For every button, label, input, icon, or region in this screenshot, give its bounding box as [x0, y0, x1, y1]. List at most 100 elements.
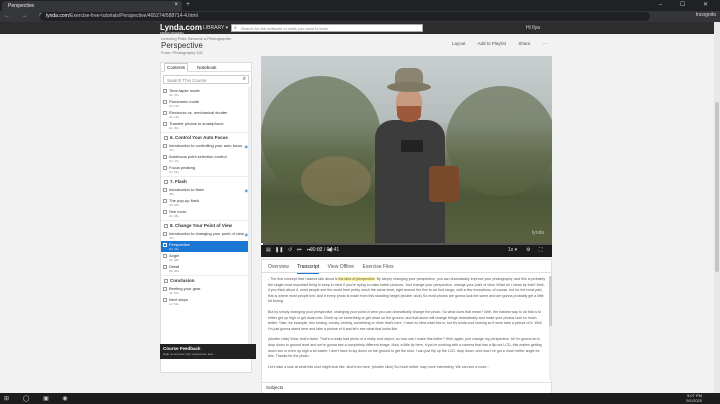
- more-button[interactable]: ⋯: [543, 41, 548, 46]
- browser-tab[interactable]: Perspective ×: [2, 1, 182, 11]
- subjects-title: Subjects: [266, 385, 284, 390]
- system-clock[interactable]: 5:07 PM 5/1/2020: [686, 393, 702, 403]
- course-feedback-banner[interactable]: Course Feedback Help us improve your exp…: [160, 344, 256, 359]
- toc-item[interactable]: Autofocus point selection control 3m 47s: [161, 153, 251, 164]
- tab-view-offline[interactable]: View Offline: [328, 264, 355, 270]
- video-checkbox[interactable]: [163, 188, 167, 192]
- toc-item-duration: 4m 28s: [169, 214, 179, 218]
- video-checkbox[interactable]: [163, 287, 167, 291]
- toc-item[interactable]: Focus peaking 3m 23s: [161, 164, 251, 175]
- chapter-heading[interactable]: 8. Change Your Point of View: [161, 220, 251, 230]
- layout-button[interactable]: Layout: [452, 41, 466, 46]
- course-search-input[interactable]: Search This Course ⌕: [163, 75, 249, 84]
- site-search-input[interactable]: ⌕ Search for the software or skills you …: [231, 24, 423, 32]
- toc-item[interactable]: Angle 2m 48s: [161, 252, 251, 263]
- toc-item-duration: 3m 13s: [169, 104, 179, 108]
- taskbar-icons[interactable]: ⊞ ◯ ▣ ◉: [4, 395, 74, 402]
- chapter-title: 8. Change Your Point of View: [170, 223, 233, 228]
- video-checkbox[interactable]: [163, 254, 167, 258]
- library-menu[interactable]: LIBRARY ▾: [203, 25, 228, 31]
- video-player[interactable]: lynda ▤ ❚❚ ↺ ⏮ ⏭ ▭ ◀) 00:02 / 04:41 1x ▾…: [261, 56, 552, 257]
- fullscreen-icon[interactable]: ⛶: [539, 247, 543, 253]
- video-checkbox[interactable]: [163, 166, 167, 170]
- lynda-page: Lynda.com FROM LINKEDIN LIBRARY ▾ ⌕ Sear…: [0, 22, 720, 393]
- window-controls[interactable]: – ☐ ✕: [659, 1, 716, 8]
- new-tab-icon[interactable]: +: [186, 1, 190, 8]
- toc-item[interactable]: Introduction to controlling your auto fo…: [161, 142, 251, 153]
- toc-item-active[interactable]: Perspective 6m 41s: [161, 241, 251, 252]
- lynda-logo[interactable]: Lynda.com FROM LINKEDIN: [160, 23, 202, 35]
- tab-transcript[interactable]: Transcript: [297, 264, 320, 274]
- user-greeting[interactable]: Hi Ilya: [526, 25, 540, 31]
- toc-item-duration: 3m 30s: [169, 126, 179, 130]
- share-button[interactable]: Share: [518, 41, 530, 46]
- transcript-highlight[interactable]: the idea of perspective: [338, 277, 375, 281]
- replay-icon[interactable]: ↺: [288, 247, 292, 253]
- toc-item[interactable]: Panoramic mode 3m 13s: [161, 98, 251, 109]
- toc-item[interactable]: Beefing your gear 4m 59s: [161, 285, 251, 296]
- chapter-heading[interactable]: 7. Flash: [161, 176, 251, 186]
- chapter-checkbox[interactable]: [164, 135, 168, 140]
- speed-select[interactable]: 1x ▾: [508, 247, 517, 253]
- tab-exercise-files[interactable]: Exercise Files: [362, 264, 393, 270]
- toc-item[interactable]: The pop-up flash 4m 28s: [161, 197, 251, 208]
- video-checkbox[interactable]: [163, 100, 167, 104]
- chapter-title: 7. Flash: [170, 179, 187, 184]
- gear-icon[interactable]: ⚙: [526, 247, 530, 253]
- transcript-text[interactable]: - The first concept that I wanna talk ab…: [268, 277, 546, 377]
- video-checkbox[interactable]: [163, 111, 167, 115]
- video-checkbox[interactable]: [163, 155, 167, 159]
- tab-contents[interactable]: Contents: [164, 63, 189, 72]
- toc-item[interactable]: Introduction to flash 45s ◉: [161, 186, 251, 197]
- toc-item[interactable]: Time-lapse mode 4m 47s: [161, 87, 251, 98]
- tab-overview[interactable]: Overview: [268, 264, 289, 270]
- toc-item[interactable]: Transfer photos to smartphone 3m 30s: [161, 120, 251, 131]
- video-checkbox[interactable]: [163, 199, 167, 203]
- chapter-checkbox[interactable]: [164, 278, 168, 283]
- address-bar[interactable]: lynda.com/Exercise-free-tutorials/Perspe…: [40, 12, 650, 21]
- toc-item[interactable]: Detail 3m 40s: [161, 263, 251, 274]
- search-icon: ⌕: [242, 76, 246, 82]
- toc-item-duration: 47s: [169, 236, 174, 240]
- subjects-section: Subjects: [261, 382, 552, 393]
- toc-item[interactable]: See more 4m 28s: [161, 208, 251, 219]
- toc-item-duration: 4m 47s: [169, 93, 179, 97]
- video-checkbox[interactable]: [163, 122, 167, 126]
- chapter-heading[interactable]: Conclusion: [161, 275, 251, 285]
- toc-item-duration: 3m 40s: [169, 269, 179, 273]
- os-taskbar: ⊞ ◯ ▣ ◉ 5:07 PM 5/1/2020: [0, 393, 720, 404]
- prev-icon[interactable]: ⏮: [297, 247, 302, 253]
- video-checkbox[interactable]: [163, 265, 167, 269]
- video-checkbox[interactable]: [163, 232, 167, 236]
- transcript-scrollbar[interactable]: [549, 276, 552, 380]
- playlist-icon[interactable]: ▤: [266, 247, 271, 253]
- toc-item[interactable]: Next steps 1m 51s: [161, 296, 251, 307]
- chapter-checkbox[interactable]: [164, 179, 168, 184]
- video-checkbox[interactable]: [163, 144, 167, 148]
- video-checkbox[interactable]: [163, 210, 167, 214]
- video-checkbox[interactable]: [163, 89, 167, 93]
- page-scrollbar[interactable]: [714, 22, 720, 393]
- toc-scrollbar[interactable]: [248, 87, 251, 357]
- browser-tab-bar: Perspective × + – ☐ ✕: [0, 0, 720, 11]
- incognito-profile[interactable]: Incognito: [696, 12, 716, 18]
- video-checkbox[interactable]: [163, 298, 167, 302]
- course-subtitle[interactable]: From: Photography 101: [161, 50, 203, 55]
- feedback-subtitle: Help us improve your experience and ...: [163, 352, 217, 356]
- toc-item[interactable]: Introduction to changing your point of v…: [161, 230, 251, 241]
- transcript-para-3: (shutter click) Wow, that's awful. That'…: [268, 337, 542, 359]
- toc-item[interactable]: Electronic vs. mechanical shutter 3m 13s: [161, 109, 251, 120]
- add-to-playlist-button[interactable]: Add to Playlist: [478, 41, 507, 46]
- url-host: lynda.com: [46, 13, 69, 19]
- table-of-contents: Time-lapse mode 4m 47s Panoramic mode 3m 13…: [161, 87, 251, 357]
- toc-item-duration: 3m 13s: [169, 115, 179, 119]
- video-checkbox[interactable]: [163, 243, 167, 247]
- chapter-checkbox[interactable]: [164, 223, 168, 228]
- close-tab-icon[interactable]: ×: [174, 2, 178, 8]
- progress-bar[interactable]: [261, 243, 552, 245]
- chapter-heading[interactable]: 6. Control Your Auto Focus: [161, 132, 251, 142]
- play-icon[interactable]: ❚❚: [275, 247, 283, 253]
- tab-notebook[interactable]: Notebook: [195, 64, 218, 71]
- details-tabs: Overview Transcript View Offline Exercis…: [262, 260, 551, 274]
- tab-title: Perspective: [8, 3, 35, 9]
